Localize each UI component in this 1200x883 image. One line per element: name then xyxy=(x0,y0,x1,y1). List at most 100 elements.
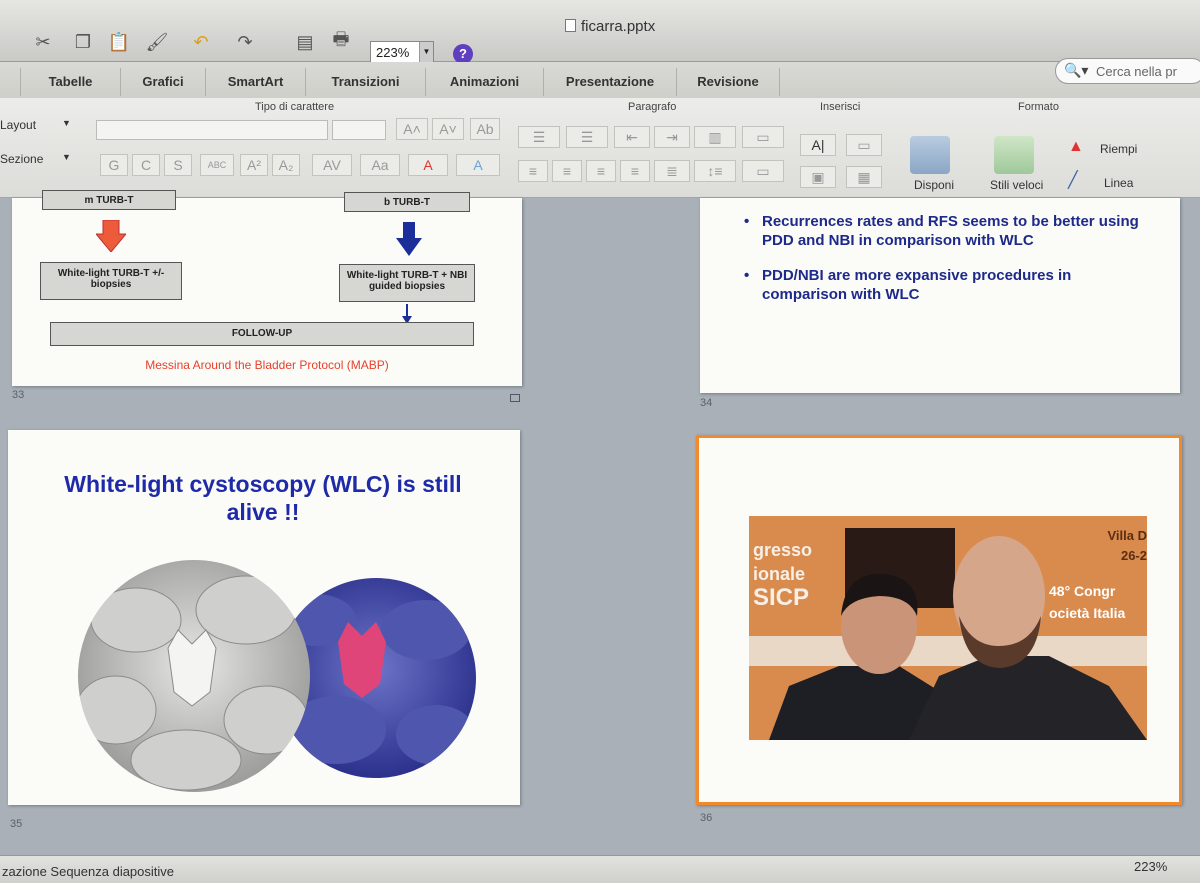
chevron-down-icon[interactable]: ▼ xyxy=(419,42,433,62)
bullets-button[interactable]: ☰ xyxy=(518,126,560,148)
align-right-button[interactable]: ≡ xyxy=(586,160,616,182)
slide-36[interactable]: gresso ionale SICP Villa D 26-2 48° Congr oc… xyxy=(696,435,1182,805)
group-title-paragraph: Paragrafo xyxy=(628,101,677,113)
superscript-button[interactable]: A² xyxy=(240,154,268,176)
copy-icon[interactable]: ❐ xyxy=(70,30,96,54)
ribbon-tabs: Tabelle Grafici SmartArt Transizioni Ani… xyxy=(0,62,1200,98)
undo-icon[interactable]: ↶ xyxy=(188,30,214,54)
slide-34[interactable]: Recurrences rates and RFS seems to be be… xyxy=(700,198,1180,393)
font-color-button[interactable]: A xyxy=(408,154,448,176)
line-spacing-button[interactable]: ↕≡ xyxy=(694,160,736,182)
quick-styles-button[interactable]: Stili veloci xyxy=(990,178,1043,192)
status-zoom[interactable]: 223% xyxy=(1134,859,1167,874)
flow-box-white-light: White-light TURB-T +/- biopsies xyxy=(40,262,182,300)
section-button[interactable]: Sezione xyxy=(0,152,43,166)
strikethrough-button[interactable]: ABC xyxy=(200,154,234,176)
print-icon[interactable]: 🖶 xyxy=(328,29,354,54)
slide-33[interactable]: m TURB-T b TURB-T White-light TURB-T +/-… xyxy=(12,190,522,386)
paste-icon[interactable]: 📋 xyxy=(106,30,132,54)
arrange-icon[interactable] xyxy=(910,136,950,174)
underline-button[interactable]: S xyxy=(164,154,192,176)
table-insert-button[interactable]: ▦ xyxy=(846,166,882,188)
help-icon[interactable]: ? xyxy=(453,44,473,64)
columns-button[interactable]: ▥ xyxy=(694,126,736,148)
sheep-wolf-image xyxy=(78,560,476,792)
slide-number-36: 36 xyxy=(700,812,713,824)
vertical-align-button[interactable]: ▭ xyxy=(742,160,784,182)
mabp-caption: Messina Around the Bladder Protocol (MAB… xyxy=(145,358,389,372)
slide-number-33: 33 xyxy=(12,389,25,401)
numbering-button[interactable]: ☰ xyxy=(566,126,608,148)
section-chevron-icon[interactable]: ▼ xyxy=(62,152,71,162)
grow-font-button[interactable]: A˄ xyxy=(396,118,428,140)
arrow-small-blue-icon xyxy=(402,304,412,324)
tab-animazioni[interactable]: Animazioni xyxy=(425,68,543,96)
search-icon: 🔍▾ xyxy=(1064,62,1089,78)
font-name-field[interactable] xyxy=(96,120,328,140)
char-spacing-button[interactable]: AV xyxy=(312,154,352,176)
search-placeholder: Cerca nella pr xyxy=(1096,64,1177,79)
zoom-select[interactable]: 223% ▼ xyxy=(370,41,434,63)
fill-button[interactable]: Riempi xyxy=(1100,142,1137,156)
subscript-button[interactable]: A₂ xyxy=(272,154,300,176)
picture-button[interactable]: ▣ xyxy=(800,166,836,188)
tab-grafici[interactable]: Grafici xyxy=(120,68,205,96)
title-bar: ✂ ❐ 📋 🖌 ↶ ↷ ▤ 🖶 223% ▼ ? ficarra.pptx xyxy=(0,0,1200,64)
fill-icon[interactable]: ▲ xyxy=(1068,138,1084,156)
bullet-recurrences: Recurrences rates and RFS seems to be be… xyxy=(744,212,1142,250)
quick-styles-icon[interactable] xyxy=(994,136,1034,174)
tab-transizioni[interactable]: Transizioni xyxy=(305,68,425,96)
distributed-button[interactable]: ≣ xyxy=(654,160,690,182)
search-field[interactable]: 🔍▾ Cerca nella pr xyxy=(1055,58,1200,84)
arrange-button[interactable]: Disponi xyxy=(914,178,954,192)
slide-35-title: White-light cystoscopy (WLC) is still al… xyxy=(64,471,462,525)
people-silhouettes xyxy=(769,536,1147,740)
slide-number-34: 34 xyxy=(700,397,713,409)
change-case-button[interactable]: Aa xyxy=(360,154,400,176)
cut-icon[interactable]: ✂ xyxy=(30,30,56,54)
slide-35[interactable]: White-light cystoscopy (WLC) is still al… xyxy=(8,430,520,805)
shrink-font-button[interactable]: A˅ xyxy=(432,118,464,140)
arrow-down-red-icon xyxy=(96,220,126,252)
status-bar: zazione Sequenza diapositive 223% xyxy=(0,855,1200,883)
line-button[interactable]: Linea xyxy=(1104,176,1133,190)
flow-box-b-turb: b TURB-T xyxy=(344,192,470,212)
bold-button[interactable]: G xyxy=(100,154,128,176)
slide-number-35: 35 xyxy=(10,818,23,830)
bullet-pdd-nbi: PDD/NBI are more expansive procedures in… xyxy=(744,266,1142,304)
slides-icon[interactable]: ▤ xyxy=(292,30,318,54)
conference-photo: gresso ionale SICP Villa D 26-2 48° Congr oc… xyxy=(749,516,1147,740)
group-title-font: Tipo di carattere xyxy=(255,101,335,113)
tab-presentazione[interactable]: Presentazione xyxy=(543,68,676,96)
tab-tabelle[interactable]: Tabelle xyxy=(20,68,120,96)
zoom-value: 223% xyxy=(376,45,410,60)
layout-chevron-icon[interactable]: ▼ xyxy=(62,118,71,128)
text-direction-button[interactable]: ▭ xyxy=(742,126,784,148)
format-painter-icon[interactable]: 🖌 xyxy=(144,30,170,54)
align-left-button[interactable]: ≡ xyxy=(518,160,548,182)
line-icon[interactable]: ╱ xyxy=(1068,170,1078,190)
clear-format-button[interactable]: Ab xyxy=(470,118,500,140)
outdent-button[interactable]: ⇤ xyxy=(614,126,650,148)
window-title: ficarra.pptx xyxy=(565,18,655,35)
font-size-field[interactable] xyxy=(332,120,386,140)
flow-box-m-turb: m TURB-T xyxy=(42,190,176,210)
align-center-button[interactable]: ≡ xyxy=(552,160,582,182)
flow-box-followup: FOLLOW-UP xyxy=(50,322,474,346)
slide-33-comment-icon[interactable] xyxy=(510,394,520,402)
redo-icon[interactable]: ↷ xyxy=(232,30,258,54)
flow-box-nbi: White-light TURB-T + NBI guided biopsies xyxy=(339,264,475,302)
justify-button[interactable]: ≡ xyxy=(620,160,650,182)
group-title-insert: Inserisci xyxy=(820,101,861,113)
tab-smartart[interactable]: SmartArt xyxy=(205,68,305,96)
tab-revisione[interactable]: Revisione xyxy=(676,68,780,96)
view-mode-label[interactable]: zazione Sequenza diapositive xyxy=(2,864,174,879)
indent-button[interactable]: ⇥ xyxy=(654,126,690,148)
text-effects-button[interactable]: A xyxy=(456,154,500,176)
layout-button[interactable]: Layout xyxy=(0,118,36,132)
arrow-down-blue-icon xyxy=(396,222,422,256)
italic-button[interactable]: C xyxy=(132,154,160,176)
shape-button[interactable]: ▭ xyxy=(846,134,882,156)
textbox-button[interactable]: A| xyxy=(800,134,836,156)
document-icon xyxy=(565,19,576,32)
